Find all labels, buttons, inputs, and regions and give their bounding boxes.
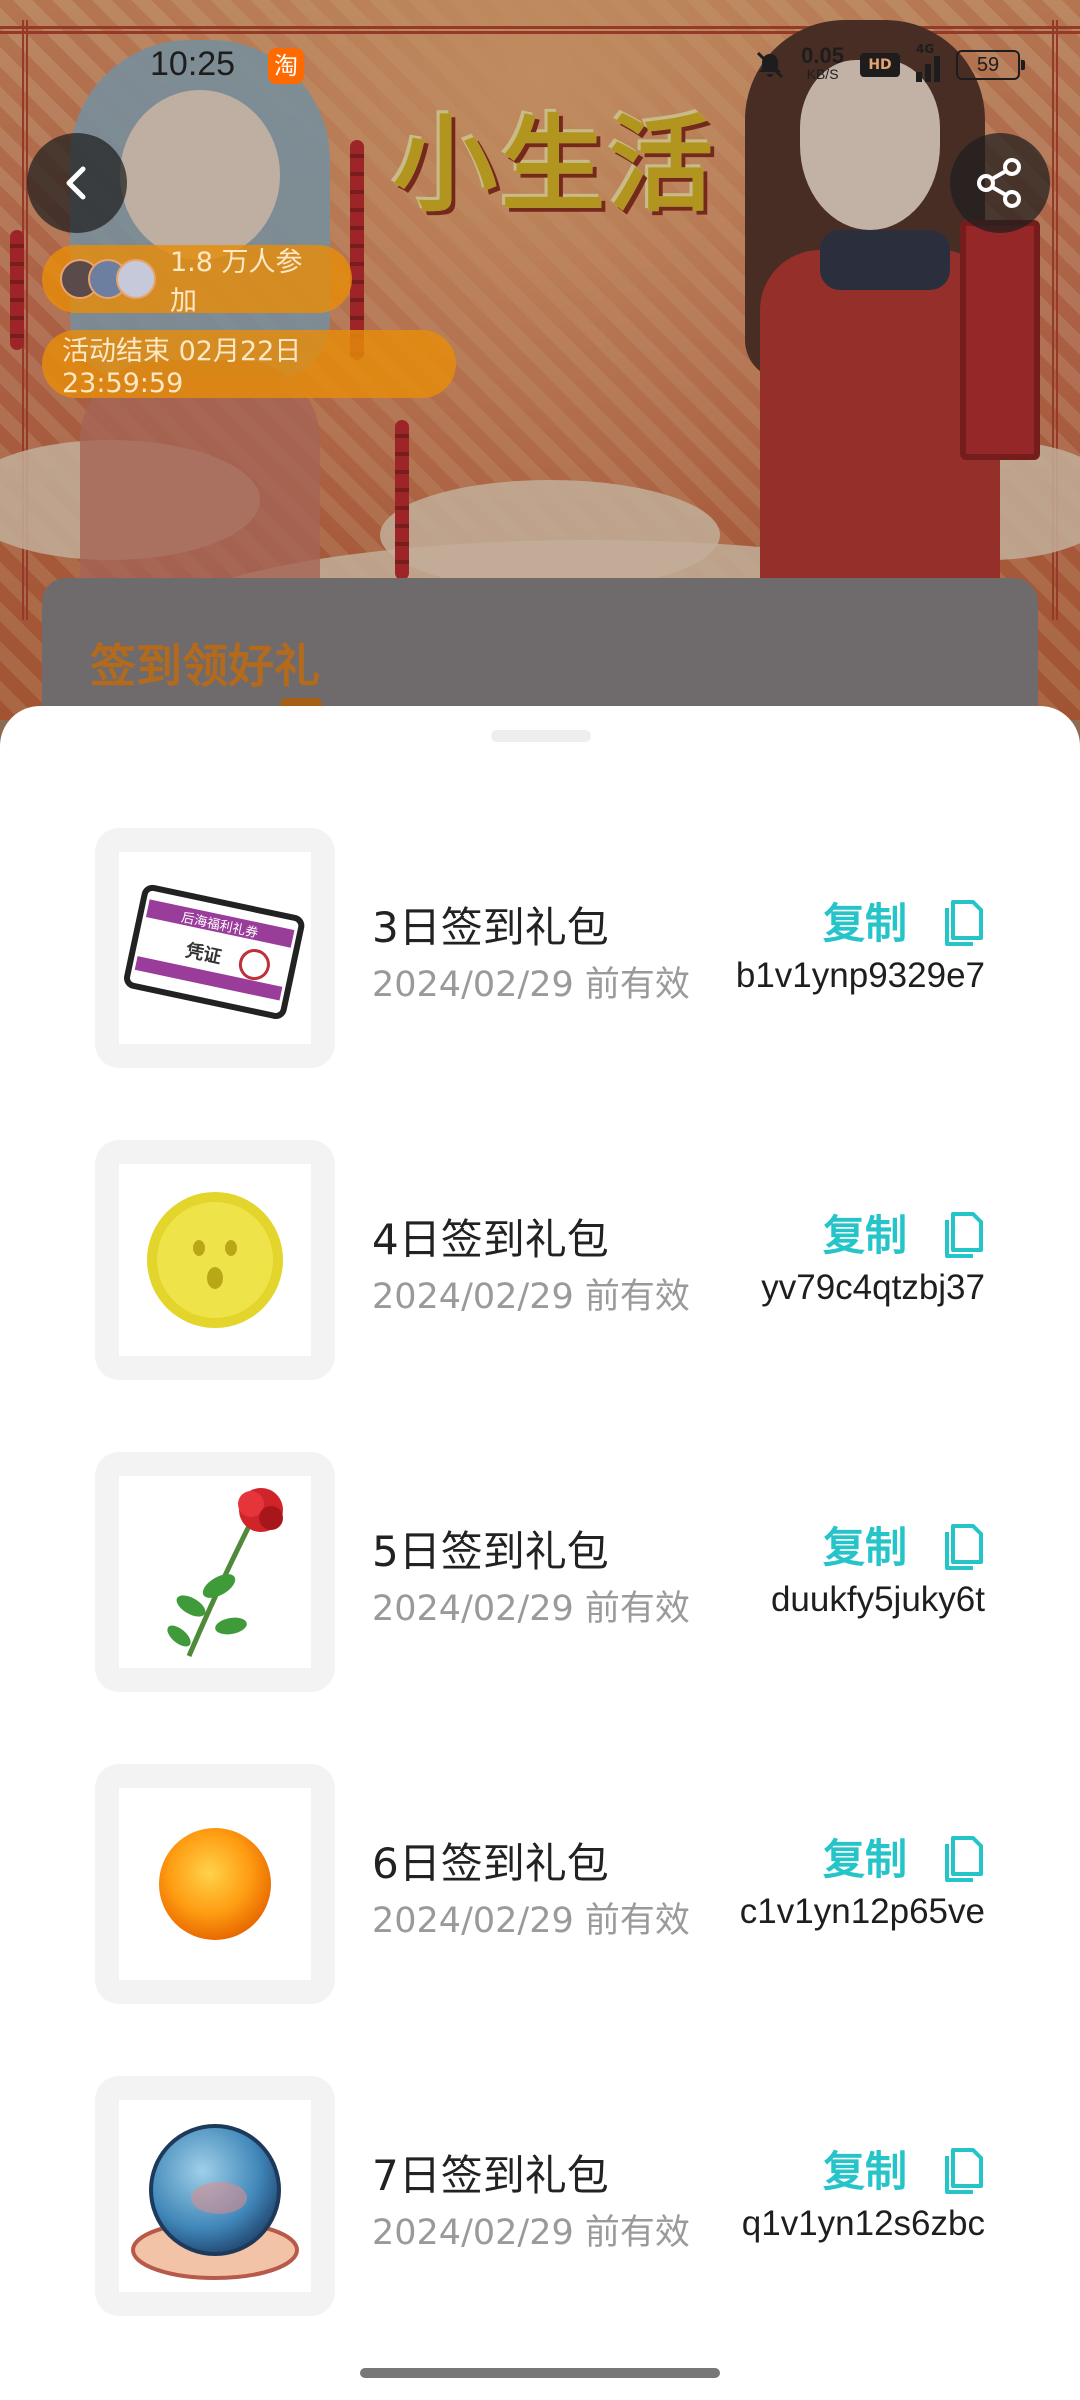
gift-name: 3日签到礼包 xyxy=(372,903,609,952)
copy-code-button[interactable]: 复制 xyxy=(823,1828,985,1884)
copy-icon xyxy=(945,1524,983,1570)
signal-bar xyxy=(916,72,922,82)
network-speed-unit: KB/S xyxy=(806,66,839,82)
gift-name: 4日签到礼包 xyxy=(372,1215,609,1264)
gift-thumbnail: 后海福利礼券 凭证 xyxy=(119,852,311,1044)
avatar xyxy=(116,259,156,299)
gift-thumbnail-frame xyxy=(95,1452,335,1692)
signal-bar xyxy=(934,56,940,82)
gift-code: yv79c4qtzbj37 xyxy=(761,1268,985,1307)
gift-name: 5日签到礼包 xyxy=(372,1527,609,1576)
gift-thumbnail xyxy=(119,1788,311,1980)
gift-thumbnail xyxy=(119,2100,311,2292)
gift-expiry: 2024/02/29 前有效 xyxy=(372,1589,690,1629)
red-rose-icon xyxy=(167,1488,283,1657)
gift-item: 5日签到礼包 2024/02/29 前有效 复制 duukfy5juky6t xyxy=(0,1452,1080,1692)
event-end-badge: 活动结束 02月22日 23:59:59 xyxy=(42,330,456,399)
checkin-card-title: 签到领好礼 xyxy=(90,639,320,693)
copy-icon xyxy=(945,1212,983,1258)
bell-muted-icon xyxy=(757,51,784,79)
status-bar: 10:25 淘 0.05 KB/S HD 4G 59 xyxy=(0,30,1080,110)
gift-thumbnail-frame xyxy=(95,1764,335,2004)
copy-label: 复制 xyxy=(822,1834,907,1884)
network-speed: 0.05 KB/S xyxy=(801,43,844,83)
gift-codes-sheet: 后海福利礼券 凭证 3日签到礼包 2024/02/29 前有效 复制 b1v1y… xyxy=(0,706,1080,2400)
gift-expiry: 2024/02/29 前有效 xyxy=(372,1277,690,1317)
signal-bar xyxy=(925,64,931,82)
welfare-coupon-icon: 后海福利礼券 凭证 xyxy=(124,884,305,1019)
gift-code: duukfy5juky6t xyxy=(770,1580,985,1619)
network-speed-value: 0.05 xyxy=(801,43,844,68)
participants-badge: 1.8 万人参加 xyxy=(42,245,352,317)
share-icon xyxy=(977,158,1021,208)
copy-label: 复制 xyxy=(822,2146,907,2196)
chevron-left-icon xyxy=(66,166,86,200)
battery-icon: 59 xyxy=(956,50,1025,80)
gift-code: c1v1yn12p65ve xyxy=(739,1892,985,1931)
copy-code-button[interactable]: 复制 xyxy=(823,1516,985,1572)
orange-orb-icon xyxy=(159,1828,271,1940)
sheet-drag-handle[interactable] xyxy=(491,730,591,742)
gift-item: 6日签到礼包 2024/02/29 前有效 复制 c1v1yn12p65ve xyxy=(0,1764,1080,2004)
gift-code: b1v1ynp9329e7 xyxy=(735,956,985,995)
gift-thumbnail-frame xyxy=(95,2076,335,2316)
hd-voice-icon: HD xyxy=(860,53,900,77)
taobao-notification-icon: 淘 xyxy=(268,48,304,84)
copy-label: 复制 xyxy=(822,898,907,948)
gift-item: 4日签到礼包 2024/02/29 前有效 复制 yv79c4qtzbj37 xyxy=(0,1140,1080,1380)
status-indicators: 0.05 KB/S HD 4G 59 xyxy=(755,42,1025,88)
status-time: 10:25 xyxy=(150,45,236,83)
gift-thumbnail-frame xyxy=(95,1140,335,1380)
copy-icon xyxy=(945,900,983,946)
gold-coin-icon xyxy=(147,1192,283,1328)
copy-code-button[interactable]: 复制 xyxy=(823,2140,985,2196)
gift-expiry: 2024/02/29 前有效 xyxy=(372,1901,690,1941)
participant-avatars xyxy=(60,259,156,299)
copy-label: 复制 xyxy=(822,1210,907,1260)
gift-name: 7日签到礼包 xyxy=(372,2151,609,2200)
gift-expiry: 2024/02/29 前有效 xyxy=(372,2213,690,2253)
gift-thumbnail xyxy=(119,1164,311,1356)
home-indicator[interactable] xyxy=(360,2368,720,2378)
copy-icon xyxy=(945,1836,983,1882)
gift-item: 后海福利礼券 凭证 3日签到礼包 2024/02/29 前有效 复制 b1v1y… xyxy=(0,828,1080,1068)
cellular-signal-icon: 4G xyxy=(916,42,940,82)
gift-item: 7日签到礼包 2024/02/29 前有效 复制 q1v1yn12s6zbc xyxy=(0,2076,1080,2316)
event-end-time: 活动结束 02月22日 23:59:59 xyxy=(62,336,302,399)
network-type-label: 4G xyxy=(916,42,935,56)
participants-count: 1.8 万人参加 xyxy=(170,247,303,317)
gift-thumbnail-frame: 后海福利礼券 凭证 xyxy=(95,828,335,1068)
copy-label: 复制 xyxy=(822,1522,907,1572)
back-button[interactable] xyxy=(27,133,127,233)
gift-thumbnail xyxy=(119,1476,311,1668)
copy-code-button[interactable]: 复制 xyxy=(823,892,985,948)
copy-icon xyxy=(945,2148,983,2194)
copy-code-button[interactable]: 复制 xyxy=(823,1204,985,1260)
gift-expiry: 2024/02/29 前有效 xyxy=(372,965,690,1005)
gift-code: q1v1yn12s6zbc xyxy=(741,2204,985,2243)
crystal-ball-icon xyxy=(131,2124,299,2280)
share-button[interactable] xyxy=(950,133,1050,233)
gift-name: 6日签到礼包 xyxy=(372,1839,609,1888)
